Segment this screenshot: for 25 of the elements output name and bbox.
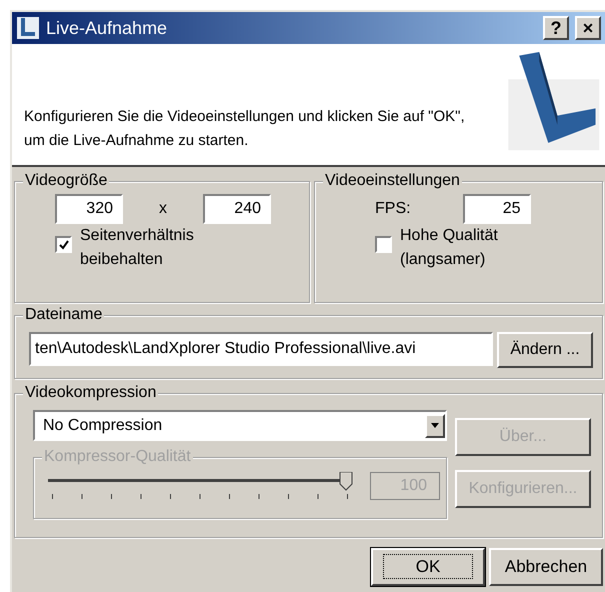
- change-button[interactable]: Ändern ...: [497, 332, 593, 368]
- checkmark-icon: [58, 240, 68, 250]
- dropdown-button[interactable]: [425, 414, 445, 438]
- help-button[interactable]: ?: [543, 16, 569, 40]
- cancel-button[interactable]: Abbrechen: [489, 548, 603, 586]
- fps-label: FPS:: [375, 199, 411, 219]
- checkbox-label: Seitenverhältnis beibehalten: [80, 226, 195, 270]
- checkbox[interactable]: [55, 236, 72, 253]
- height-field[interactable]: 240: [203, 194, 271, 224]
- fps-field[interactable]: 25: [462, 194, 531, 224]
- window-title: Live-Aufnahme: [46, 16, 168, 40]
- checkbox-label: Hohe Qualität (langsamer): [400, 226, 499, 270]
- header-text: Konfigurieren Sie die Videoeinstellungen und klicken Sie auf "OK", um die Live-Aufnahme zu starten.: [24, 107, 466, 151]
- codec-dropdown[interactable]: No Compression: [33, 410, 447, 441]
- group-title: Videokompression: [23, 383, 158, 403]
- group-title: Videoeinstellungen: [323, 171, 462, 191]
- filename-field[interactable]: ten\Autodesk\LandXplorer Studio Professional\live.avi: [29, 332, 493, 366]
- group-title: Videogröße: [23, 171, 110, 191]
- close-button[interactable]: ×: [575, 16, 601, 40]
- width-field[interactable]: 320: [55, 194, 123, 224]
- caret-icon: [431, 423, 439, 428]
- ok-button[interactable]: OK: [371, 548, 485, 586]
- checkbox[interactable]: [375, 236, 392, 253]
- times-label: x: [158, 199, 168, 219]
- app-icon: [16, 16, 40, 40]
